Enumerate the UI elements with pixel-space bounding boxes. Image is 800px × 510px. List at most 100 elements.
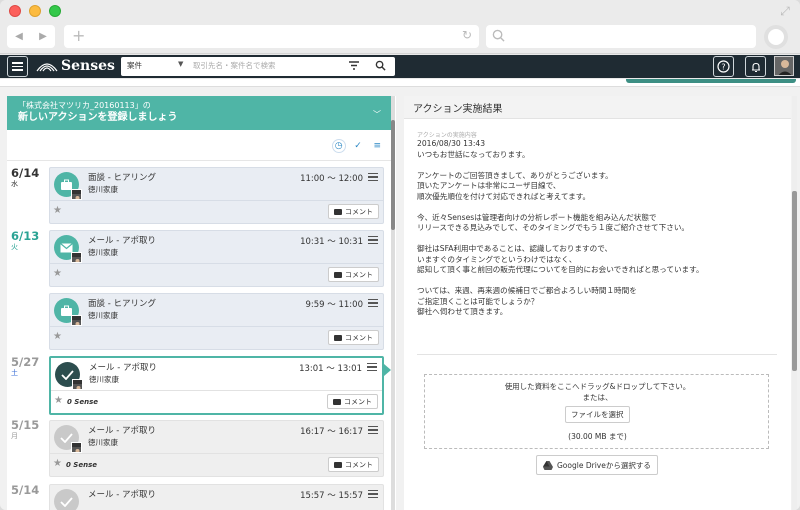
date-weekday: 火 <box>11 243 18 251</box>
banner-prompt: 新しいアクションを登録しましょう <box>18 112 178 123</box>
card-menu-icon[interactable] <box>368 236 378 244</box>
date-label-today: 6/13 火 <box>11 229 47 252</box>
fullscreen-icon[interactable]: ⤢ <box>778 4 792 18</box>
timeline-view-tools: ◷ ✓ ≡ <box>329 136 387 156</box>
content-label: アクションの実施内容 <box>417 132 477 139</box>
new-action-banner[interactable]: 「株式会社マツリカ_20160113」の 新しいアクションを登録しましょう ﹀ <box>7 96 394 130</box>
comment-label: コメント <box>345 270 373 279</box>
date-day: 5/14 <box>11 483 40 497</box>
star-icon[interactable]: ★ <box>54 395 63 406</box>
chevron-down-icon[interactable]: ﹀ <box>373 109 381 120</box>
contact-name: 徳川家康 <box>89 375 119 384</box>
browser-window: ⤢ ◀ ▶ + ↻ Senses 案件 ▼ 取引先名・案件名で検索 ? 「株式会… <box>0 0 800 510</box>
card-menu-icon[interactable] <box>367 363 377 371</box>
date-weekday: 月 <box>11 432 18 440</box>
contact-name: 徳川家康 <box>88 311 118 320</box>
detail-scrollbar[interactable] <box>792 96 797 510</box>
list-filter-icon[interactable]: ≡ <box>370 139 384 153</box>
help-button[interactable]: ? <box>713 56 734 77</box>
contact-name: 徳川家康 <box>88 185 118 194</box>
date-day: 6/14 <box>11 166 40 180</box>
address-bar[interactable]: + ↻ <box>64 25 479 48</box>
action-title: 面談 - ヒアリング <box>88 173 156 183</box>
senses-logo[interactable]: Senses <box>36 57 115 75</box>
svg-text:?: ? <box>721 63 725 72</box>
action-time: 16:17 ～ 16:17 <box>300 427 363 437</box>
action-time: 9:59 ～ 11:00 <box>305 300 364 310</box>
comment-button[interactable]: コメント <box>328 267 379 282</box>
comment-button[interactable]: コメント <box>328 330 379 345</box>
contact-name: 徳川家康 <box>88 248 118 257</box>
action-card[interactable]: メール - アポ取り 15:57 ～ 15:57 <box>49 484 384 510</box>
dropzone-instruction: 使用した資料をここへドラッグ&ドロップして下さい。 <box>504 382 691 391</box>
action-card-selected[interactable]: メール - アポ取り 徳川家康 13:01 ～ 13:01 ★ 0 Sense … <box>49 356 391 415</box>
comment-label: コメント <box>344 397 372 406</box>
caret-down-icon[interactable]: ▼ <box>178 60 183 68</box>
action-title: 面談 - ヒアリング <box>88 299 156 309</box>
back-icon[interactable]: ◀ <box>15 31 23 42</box>
forward-icon[interactable]: ▶ <box>39 31 47 42</box>
action-title: メール - アポ取り <box>88 490 156 500</box>
search-icon <box>492 29 505 42</box>
notifications-button[interactable] <box>745 56 766 77</box>
filter-icon[interactable] <box>349 61 359 71</box>
card-menu-icon[interactable] <box>368 173 378 181</box>
action-card[interactable]: 面談 - ヒアリング 徳川家康 9:59 ～ 11:00 ★ コメント <box>49 293 384 350</box>
file-dropzone[interactable]: 使用した資料をここへドラッグ&ドロップして下さい。 または、 ファイルを選択 (… <box>424 374 769 449</box>
minimize-window-button[interactable] <box>29 5 41 17</box>
zoom-window-button[interactable] <box>49 5 61 17</box>
star-icon[interactable]: ★ <box>53 205 62 216</box>
comment-icon <box>334 208 342 215</box>
logo-mark-icon <box>36 63 58 72</box>
browser-search-bar[interactable] <box>486 25 756 48</box>
nav-buttons: ◀ ▶ <box>7 25 55 48</box>
search-icon[interactable] <box>375 60 386 71</box>
date-day: 6/13 <box>11 229 40 243</box>
new-tab-icon[interactable]: + <box>72 26 85 45</box>
action-card[interactable]: 面談 - ヒアリング 徳川家康 11:00 ～ 12:00 ★ コメント <box>49 167 384 224</box>
selected-arrow <box>384 364 391 376</box>
action-card[interactable]: メール - アポ取り 徳川家康 16:17 ～ 16:17 ★ 0 Sense … <box>49 420 384 477</box>
google-drive-button[interactable]: Google Driveから選択する <box>536 455 658 475</box>
comment-button[interactable]: コメント <box>328 204 379 219</box>
action-title: メール - アポ取り <box>88 236 156 246</box>
top-strip-tab[interactable] <box>626 79 796 83</box>
clock-icon[interactable]: ◷ <box>331 139 346 153</box>
card-menu-icon[interactable] <box>368 299 378 307</box>
card-menu-icon[interactable] <box>368 490 378 498</box>
sense-count[interactable]: 0 Sense <box>67 398 98 406</box>
contact-name: 徳川家康 <box>88 438 118 447</box>
help-icon: ? <box>717 60 730 73</box>
search-category-select[interactable]: 案件 <box>127 60 142 71</box>
toolbar-circle-button[interactable] <box>764 25 788 49</box>
user-avatar[interactable] <box>774 56 794 76</box>
star-icon[interactable]: ★ <box>53 458 62 469</box>
google-drive-label: Google Driveから選択する <box>557 460 651 470</box>
assignee-avatar <box>71 315 82 326</box>
check-icon <box>54 489 79 510</box>
date-label: 5/14 <box>11 483 47 497</box>
date-day: 5/15 <box>11 418 40 432</box>
card-menu-icon[interactable] <box>368 426 378 434</box>
comment-icon <box>333 398 341 405</box>
star-icon[interactable]: ★ <box>53 268 62 279</box>
comment-icon <box>334 334 342 341</box>
comment-button[interactable]: コメント <box>327 394 378 409</box>
check-filter-icon[interactable]: ✓ <box>351 139 365 153</box>
search-input[interactable]: 取引先名・案件名で検索 <box>193 60 276 71</box>
timeline-scrollbar[interactable] <box>391 96 395 510</box>
comment-button[interactable]: コメント <box>328 457 379 472</box>
comment-label: コメント <box>345 460 373 469</box>
sense-count[interactable]: 0 Sense <box>66 461 97 469</box>
comment-label: コメント <box>345 207 373 216</box>
action-result-text: 2016/08/30 13:43 いつもお世話になっております。 アンケートのご… <box>417 139 704 316</box>
choose-file-button[interactable]: ファイルを選択 <box>565 406 630 423</box>
reload-icon[interactable]: ↻ <box>462 28 472 42</box>
close-window-button[interactable] <box>9 5 21 17</box>
star-icon[interactable]: ★ <box>53 331 62 342</box>
hamburger-menu-button[interactable] <box>7 56 28 77</box>
date-day: 5/27 <box>11 355 40 369</box>
global-search: 案件 ▼ 取引先名・案件名で検索 <box>121 57 395 76</box>
detail-header: アクション実施結果 <box>404 96 791 119</box>
action-card[interactable]: メール - アポ取り 徳川家康 10:31 ～ 10:31 ★ コメント <box>49 230 384 287</box>
